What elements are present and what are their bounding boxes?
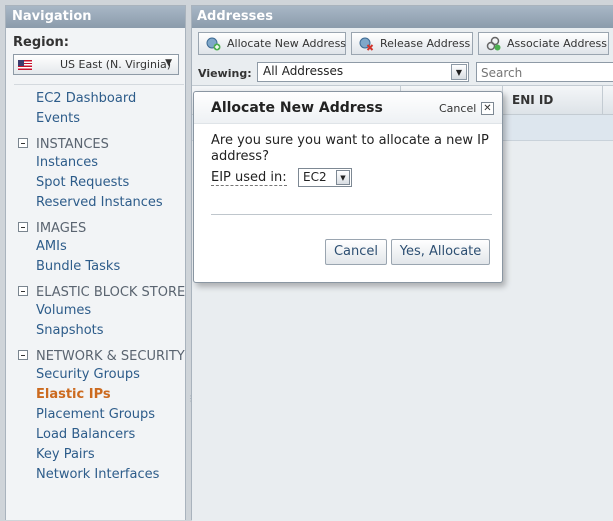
chevron-down-icon[interactable]: ▼ xyxy=(336,170,350,185)
nav-item-spot-requests[interactable]: Spot Requests xyxy=(36,175,129,190)
viewing-select[interactable]: All Addresses ▼ xyxy=(257,62,469,82)
associate-address-label: Associate Address xyxy=(507,37,607,50)
nav-section-ebs[interactable]: ELASTIC BLOCK STORE xyxy=(18,285,185,300)
collapse-icon[interactable] xyxy=(18,286,28,296)
nav-section-images[interactable]: IMAGES xyxy=(18,221,86,236)
nav-section-network-security[interactable]: NETWORK & SECURITY xyxy=(18,349,185,364)
navigation-header: Navigation xyxy=(6,6,185,28)
nav-item-volumes[interactable]: Volumes xyxy=(36,303,91,318)
column-header-eni-id[interactable]: ENI ID xyxy=(512,93,553,107)
eip-value: EC2 xyxy=(303,170,327,184)
eip-used-in-text: EIP used in: xyxy=(211,170,287,186)
dialog-divider xyxy=(211,214,492,215)
nav-item-security-groups[interactable]: Security Groups xyxy=(36,367,140,382)
allocate-new-address-button[interactable]: Allocate New Address xyxy=(198,32,346,55)
nav-item-reserved-instances[interactable]: Reserved Instances xyxy=(36,195,163,210)
region-select[interactable]: US East (N. Virginia) ▼ xyxy=(13,54,179,75)
dialog-title: Allocate New Address xyxy=(211,100,383,116)
release-address-icon xyxy=(359,37,374,51)
nav-item-network-interfaces[interactable]: Network Interfaces xyxy=(36,467,159,482)
search-input[interactable] xyxy=(476,62,613,82)
associate-address-button[interactable]: Associate Address xyxy=(478,32,609,55)
yes-allocate-button[interactable]: Yes, Allocate xyxy=(391,239,490,265)
chevron-down-icon[interactable]: ▼ xyxy=(451,64,467,80)
collapse-icon[interactable] xyxy=(18,138,28,148)
dialog-titlebar: Allocate New Address Cancel ✕ xyxy=(194,92,502,124)
nav-section-label: IMAGES xyxy=(36,221,87,236)
collapse-icon[interactable] xyxy=(18,350,28,360)
region-label: Region: xyxy=(13,35,69,50)
column-separator xyxy=(602,86,603,116)
region-value: US East (N. Virginia) xyxy=(60,58,172,71)
eip-used-in-label: EIP used in: xyxy=(211,170,287,186)
viewing-label: Viewing: xyxy=(198,67,252,80)
close-icon[interactable]: ✕ xyxy=(481,102,494,115)
release-address-label: Release Address xyxy=(380,37,471,50)
nav-section-label: ELASTIC BLOCK STORE xyxy=(36,285,186,300)
collapse-icon[interactable] xyxy=(18,222,28,232)
dialog-question: Are you sure you want to allocate a new … xyxy=(211,133,489,164)
nav-divider xyxy=(14,84,184,85)
viewing-value: All Addresses xyxy=(263,64,344,78)
eip-used-in-select[interactable]: EC2 ▼ xyxy=(298,168,352,187)
chevron-down-icon: ▼ xyxy=(165,58,172,68)
cancel-button[interactable]: Cancel xyxy=(325,239,387,265)
nav-item-ec2-dashboard[interactable]: EC2 Dashboard xyxy=(36,91,136,106)
navigation-panel: Navigation Region: US East (N. Virginia)… xyxy=(5,5,186,520)
nav-item-placement-groups[interactable]: Placement Groups xyxy=(36,407,155,422)
release-address-button[interactable]: Release Address xyxy=(351,32,473,55)
allocate-address-icon xyxy=(206,37,221,51)
nav-item-amis[interactable]: AMIs xyxy=(36,239,67,254)
allocate-new-address-label: Allocate New Address xyxy=(227,37,347,50)
allocate-address-dialog: Allocate New Address Cancel ✕ Are you su… xyxy=(193,91,503,283)
nav-item-key-pairs[interactable]: Key Pairs xyxy=(36,447,95,462)
nav-item-bundle-tasks[interactable]: Bundle Tasks xyxy=(36,259,120,274)
us-flag-icon xyxy=(18,60,32,70)
nav-item-instances[interactable]: Instances xyxy=(36,155,98,170)
nav-section-label: NETWORK & SECURITY xyxy=(36,349,185,364)
nav-item-events[interactable]: Events xyxy=(36,111,80,126)
nav-item-snapshots[interactable]: Snapshots xyxy=(36,323,104,338)
nav-section-instances[interactable]: INSTANCES xyxy=(18,137,109,152)
dialog-cancel-link[interactable]: Cancel xyxy=(439,102,476,115)
associate-address-icon xyxy=(486,36,501,51)
nav-item-elastic-ips[interactable]: Elastic IPs xyxy=(36,387,111,402)
nav-section-label: INSTANCES xyxy=(36,137,109,152)
addresses-header: Addresses xyxy=(192,6,613,28)
nav-item-load-balancers[interactable]: Load Balancers xyxy=(36,427,135,442)
